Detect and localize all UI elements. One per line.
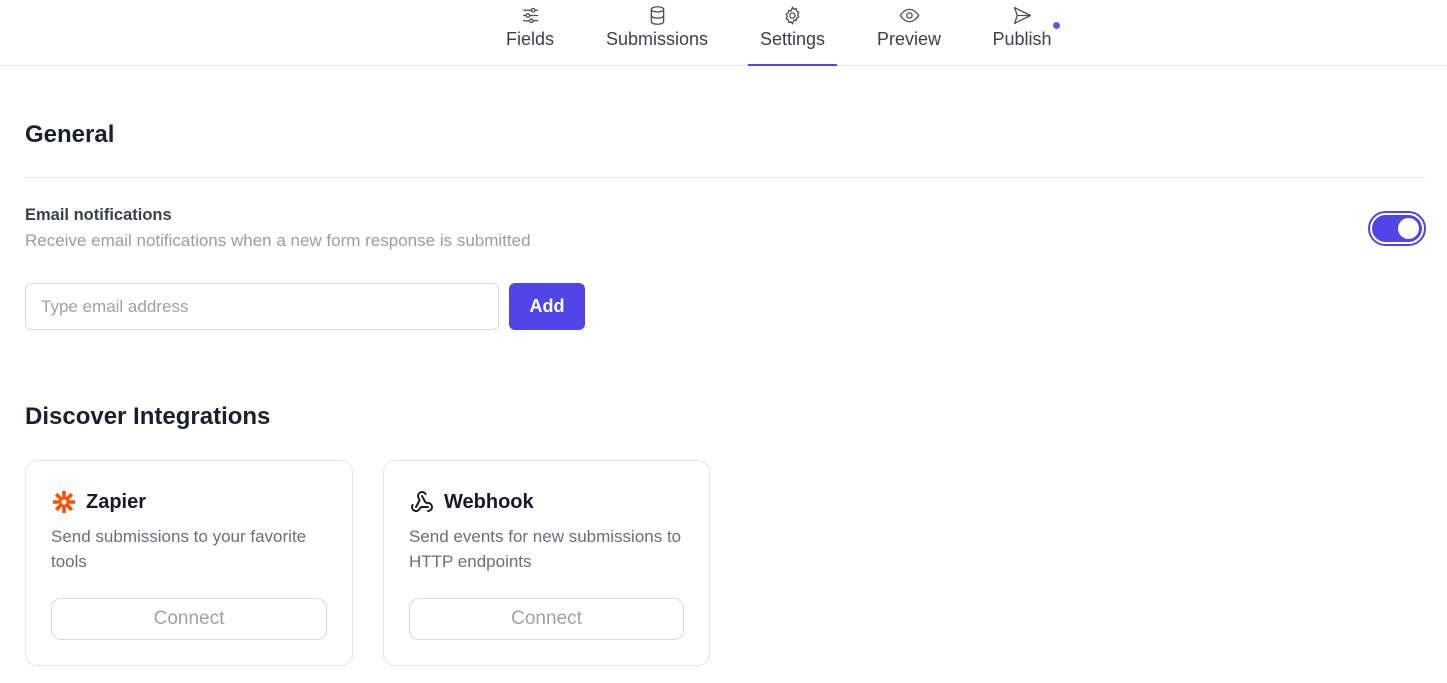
publish-indicator-dot bbox=[1053, 22, 1060, 29]
toggle-knob bbox=[1398, 218, 1419, 239]
tab-label: Settings bbox=[759, 29, 826, 49]
tab-submissions[interactable]: Submissions bbox=[598, 0, 716, 65]
integrations-heading: Discover Integrations bbox=[25, 403, 271, 430]
integration-description: Send submissions to your favorite tools bbox=[51, 527, 307, 571]
send-icon bbox=[1011, 4, 1033, 26]
general-heading: General bbox=[25, 121, 115, 148]
tab-preview[interactable]: Preview bbox=[870, 0, 948, 65]
top-tab-bar: Fields Submissions Settings Preview Publ… bbox=[0, 0, 1447, 66]
tab-publish[interactable]: Publish bbox=[986, 0, 1058, 65]
card-header: Zapier bbox=[51, 489, 146, 515]
database-icon bbox=[646, 4, 668, 26]
sliders-icon bbox=[519, 4, 541, 26]
email-notifications-description: Receive email notifications when a new f… bbox=[25, 231, 531, 250]
email-notifications-title: Email notifications bbox=[25, 206, 172, 224]
tab-label: Submissions bbox=[605, 29, 709, 49]
integration-card-zapier: Zapier Send submissions to your favorite… bbox=[25, 460, 353, 666]
tab-label: Fields bbox=[505, 29, 554, 49]
connect-zapier-button[interactable]: Connect bbox=[51, 598, 327, 640]
tab-fields[interactable]: Fields bbox=[498, 0, 562, 65]
tab-label: Publish bbox=[992, 29, 1052, 49]
zapier-icon bbox=[51, 489, 77, 515]
webhook-icon bbox=[409, 489, 435, 515]
integration-name: Zapier bbox=[86, 490, 147, 513]
integration-description: Send events for new submissions to HTTP … bbox=[409, 527, 682, 571]
connect-webhook-button[interactable]: Connect bbox=[409, 598, 684, 640]
email-address-input[interactable] bbox=[25, 283, 499, 330]
add-email-button[interactable]: Add bbox=[509, 283, 585, 330]
integration-card-webhook: Webhook Send events for new submissions … bbox=[383, 460, 710, 666]
section-divider bbox=[25, 177, 1425, 178]
card-header: Webhook bbox=[409, 489, 534, 515]
tab-settings[interactable]: Settings bbox=[748, 0, 837, 66]
tab-label: Preview bbox=[876, 29, 942, 49]
eye-icon bbox=[898, 4, 920, 26]
gear-icon bbox=[782, 4, 804, 26]
toggle-track bbox=[1372, 215, 1422, 242]
integration-name: Webhook bbox=[444, 490, 534, 513]
email-notifications-toggle[interactable] bbox=[1368, 211, 1426, 246]
